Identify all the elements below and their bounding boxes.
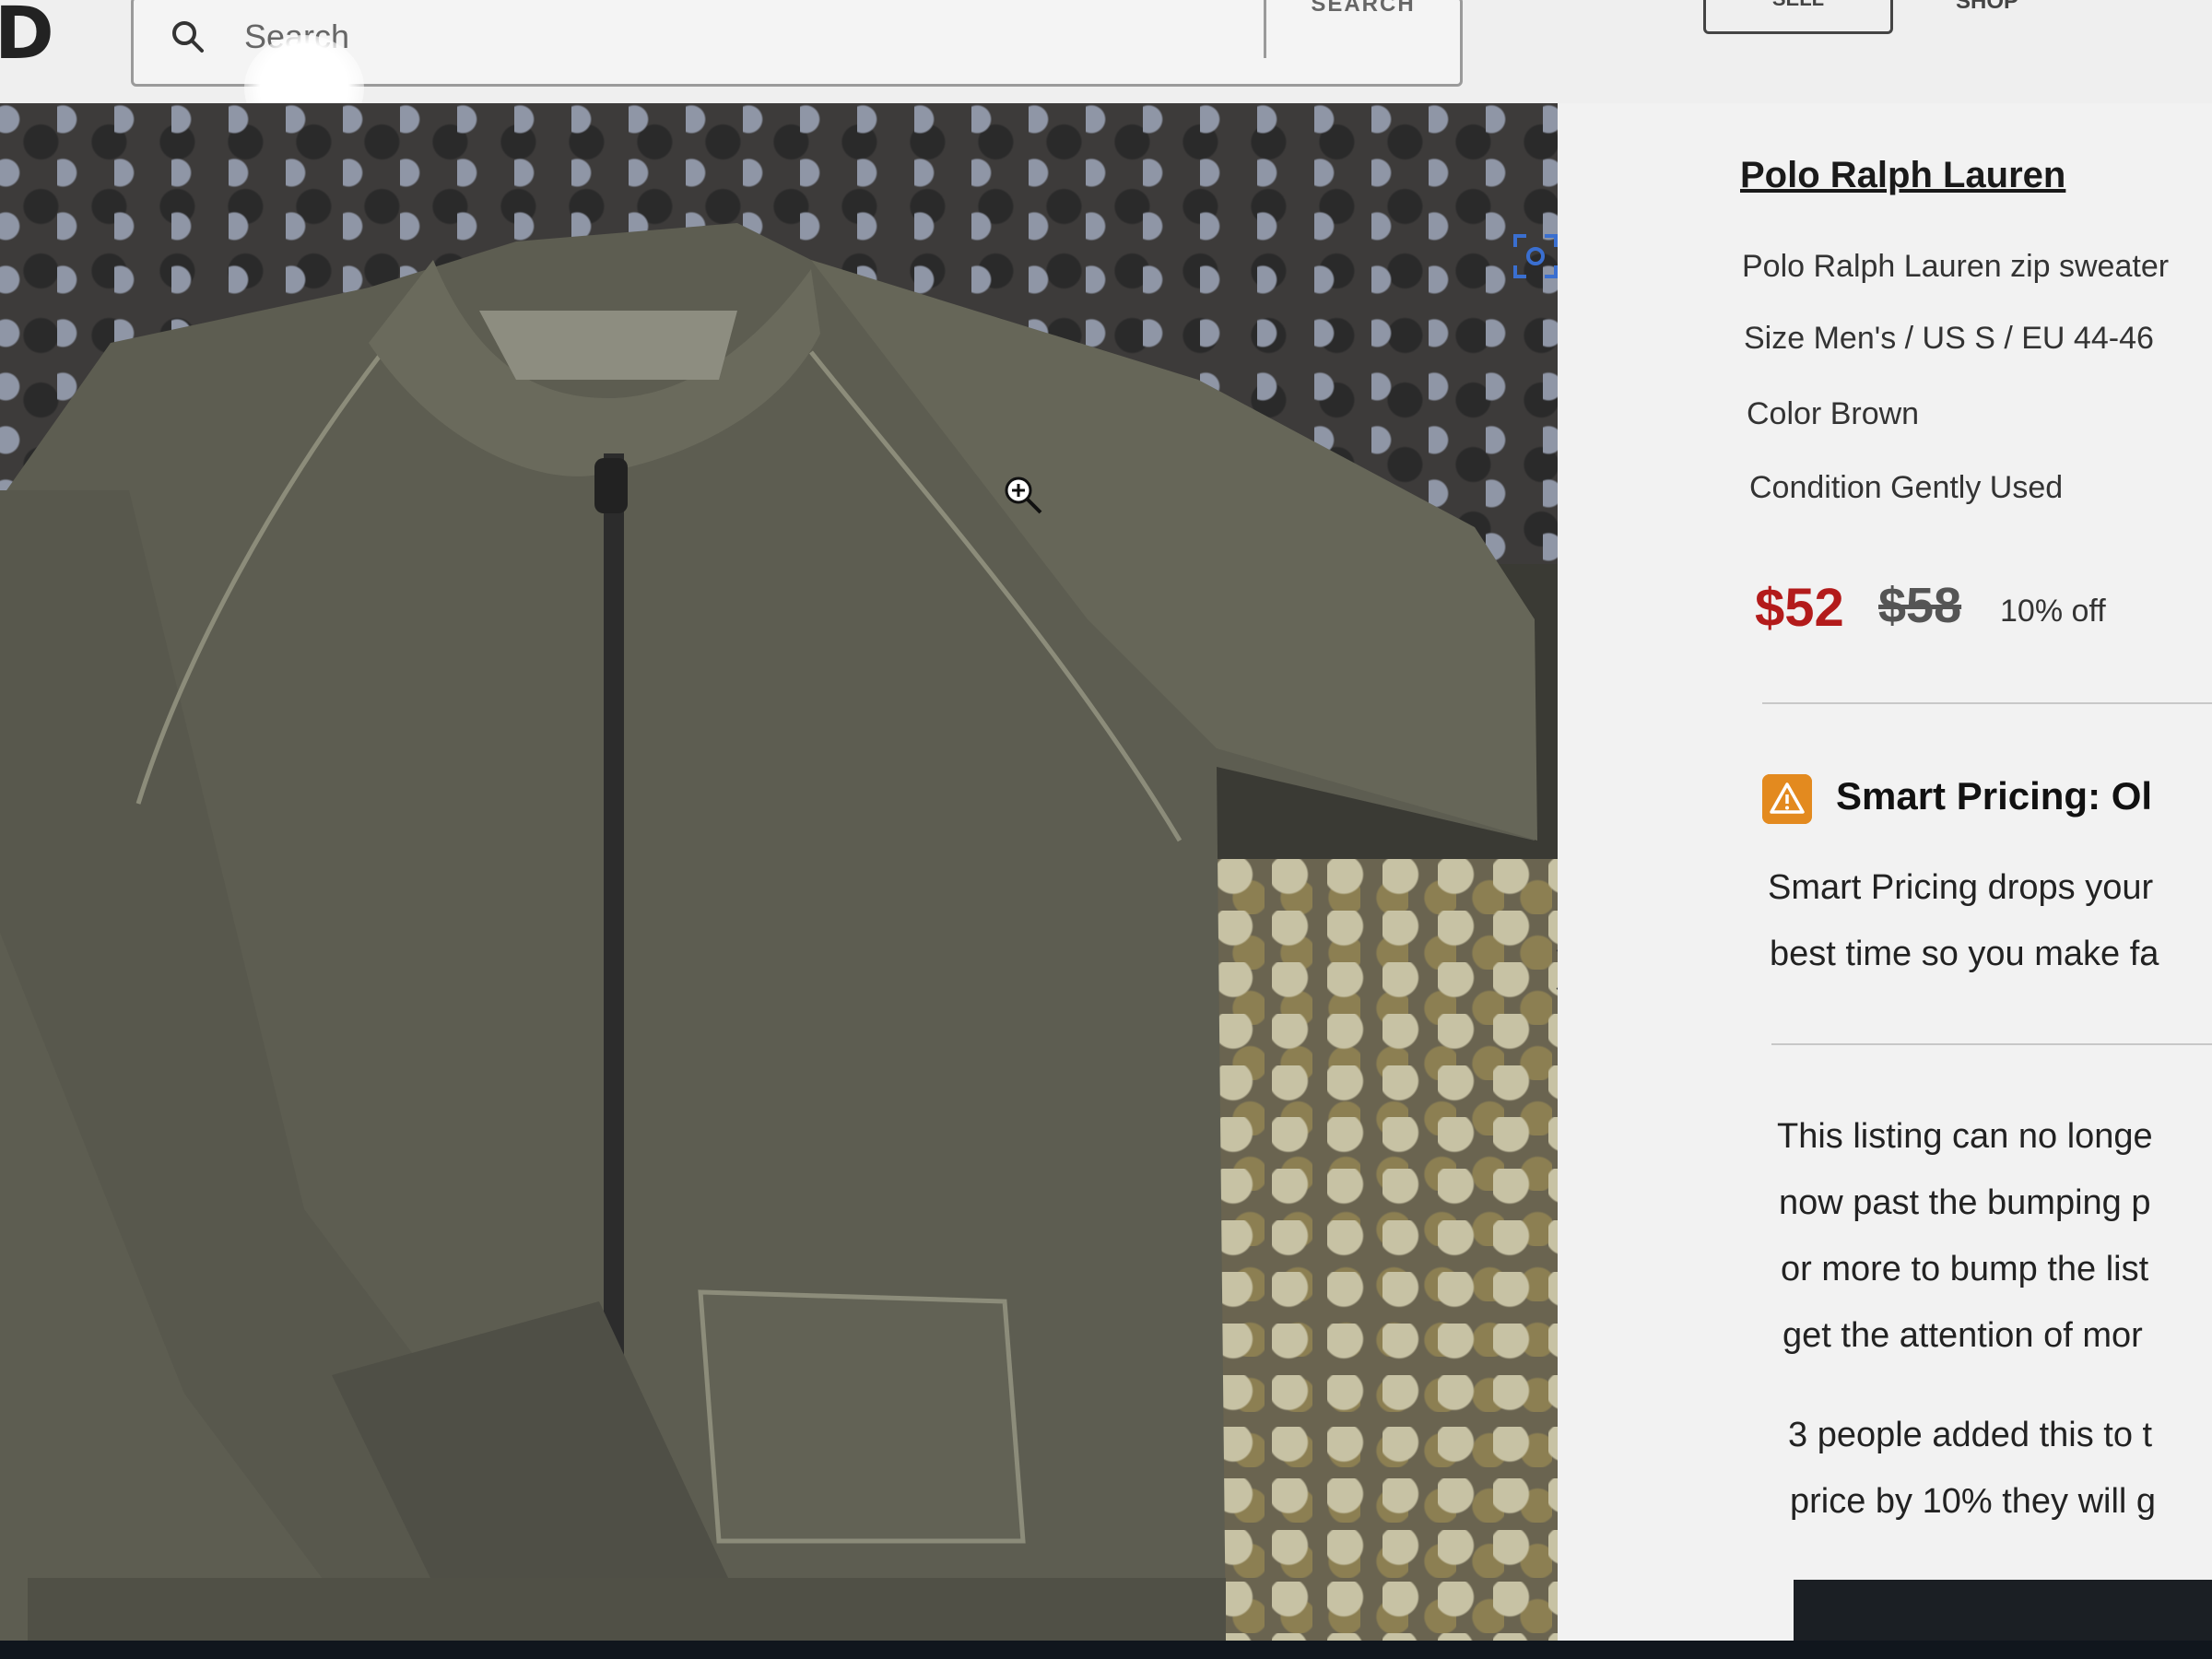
search-button[interactable]: SEARCH: [1264, 0, 1460, 58]
likes-notice-text: 3 people added this to t: [1788, 1416, 2153, 1454]
listing-title: Polo Ralph Lauren zip sweater: [1742, 249, 2170, 284]
search-input[interactable]: [242, 8, 1352, 65]
taskbar: [0, 1641, 2212, 1659]
current-price: $52: [1755, 578, 1844, 638]
shop-link[interactable]: SHOP: [1956, 0, 2018, 15]
sell-button-label: SELL: [1706, 0, 1890, 11]
bump-button[interactable]: [1794, 1580, 2212, 1641]
condition-info: Condition Gently Used: [1749, 470, 2064, 505]
bump-notice-text: or more to bump the list: [1781, 1250, 2149, 1288]
warning-icon: [1762, 774, 1812, 824]
size-info: Size Men's / US S / EU 44-46: [1744, 321, 2154, 356]
listing-details-panel: Polo Ralph Lauren Polo Ralph Lauren zip …: [1558, 103, 2212, 1641]
smart-pricing-text: Smart Pricing drops your: [1768, 868, 2154, 907]
site-logo[interactable]: D: [0, 0, 54, 76]
divider: [1762, 702, 2212, 704]
original-price: $58: [1878, 578, 1962, 633]
smart-pricing-text: best time so you make fa: [1770, 935, 2159, 973]
zoom-in-icon: [1005, 477, 1042, 514]
search-icon: [172, 21, 204, 53]
sweater-image: [0, 223, 1537, 1641]
bump-notice-text: This listing can no longe: [1777, 1117, 2153, 1156]
brand-link[interactable]: Polo Ralph Lauren: [1740, 155, 2065, 196]
bump-notice-text: now past the bumping p: [1779, 1183, 2151, 1222]
fullscreen-icon[interactable]: [1512, 232, 1558, 280]
divider: [1771, 1043, 2212, 1045]
discount-label: 10% off: [2000, 594, 2106, 629]
likes-notice-text: price by 10% they will g: [1790, 1482, 2157, 1521]
product-photo[interactable]: [0, 103, 1558, 1641]
bump-notice-text: get the attention of mor: [1783, 1316, 2143, 1355]
top-header: D SEARCH SELL SHOP: [0, 0, 2212, 141]
sell-button[interactable]: SELL: [1703, 0, 1893, 34]
smart-pricing-title: Smart Pricing: Ol: [1836, 774, 2153, 818]
color-info: Color Brown: [1747, 396, 1920, 431]
